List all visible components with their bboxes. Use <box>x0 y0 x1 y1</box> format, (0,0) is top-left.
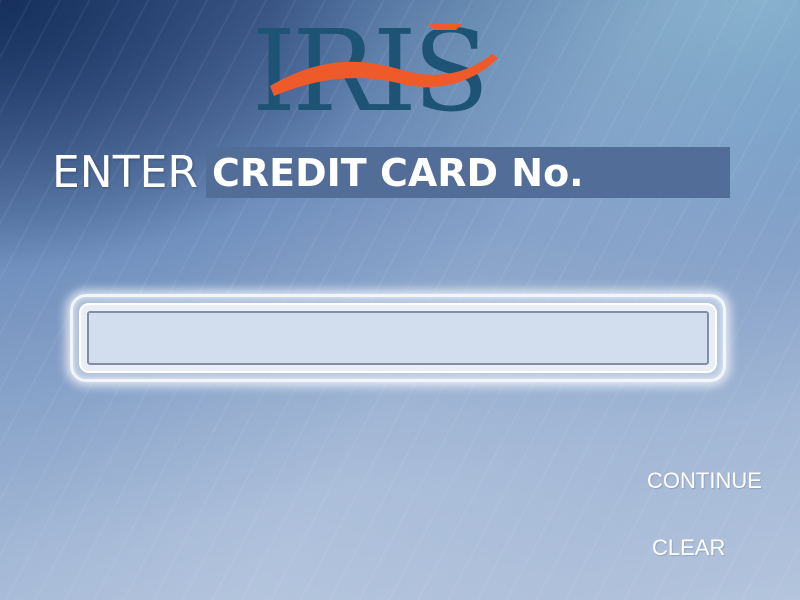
title-credit-card-label: CREDIT CARD No. <box>212 151 584 195</box>
card-number-frame <box>70 294 726 382</box>
continue-button[interactable]: CONTINUE <box>647 468 762 494</box>
card-number-frame-inner <box>79 303 717 373</box>
card-number-input[interactable] <box>87 311 709 365</box>
iris-logo: IRIS <box>252 16 542 128</box>
clear-button[interactable]: CLEAR <box>652 535 725 561</box>
logo-swoosh-icon <box>270 24 498 96</box>
title-highlight: CREDIT CARD No. <box>206 147 730 198</box>
title-enter-label: ENTER <box>52 147 198 198</box>
